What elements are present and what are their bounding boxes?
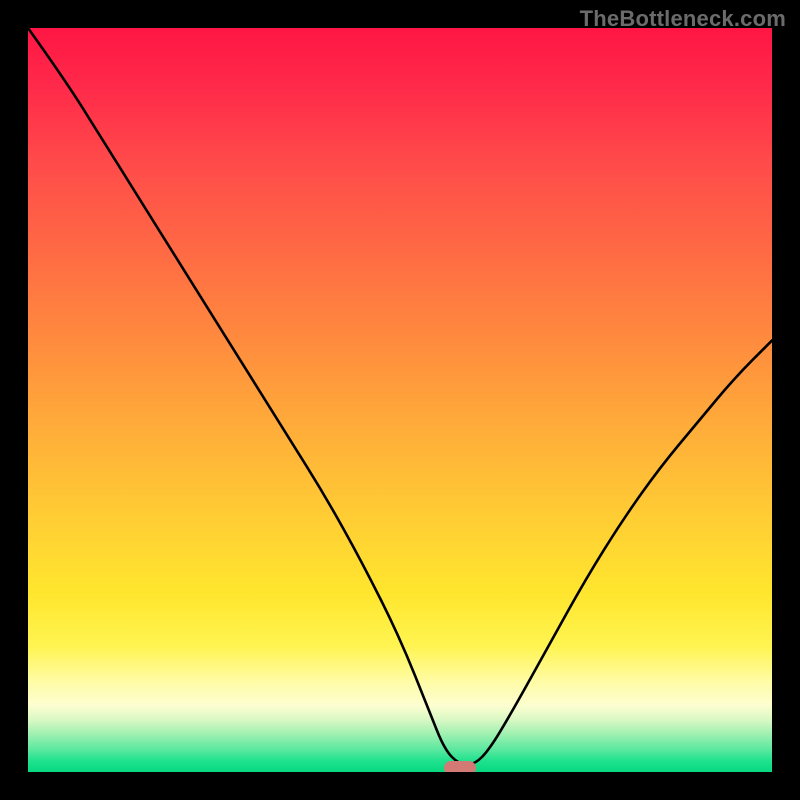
curve-path — [28, 28, 772, 765]
watermark-text: TheBottleneck.com — [580, 6, 786, 32]
plot-area — [28, 28, 772, 772]
optimal-point-marker — [444, 761, 476, 772]
chart-frame: TheBottleneck.com — [0, 0, 800, 800]
bottleneck-curve — [28, 28, 772, 772]
